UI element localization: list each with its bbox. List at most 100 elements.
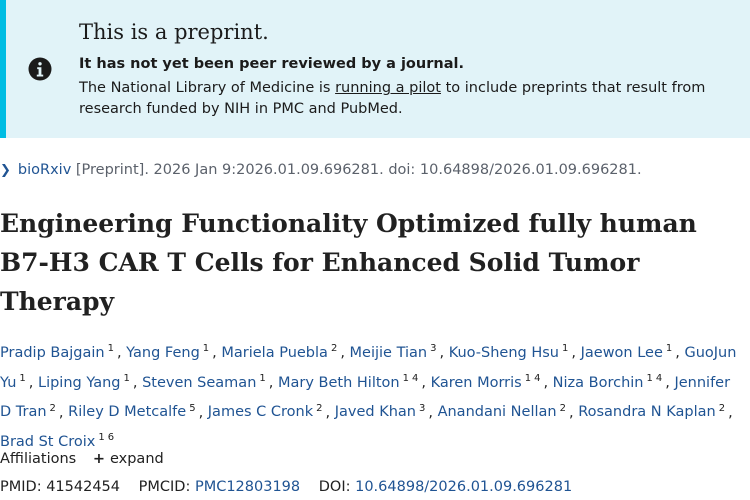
author-item: James C Cronk 2 <box>208 403 326 421</box>
affiliation-number[interactable]: 1 <box>203 343 209 354</box>
citation-line: ❯ bioRxiv [Preprint]. 2026 Jan 9:2026.01.… <box>0 162 642 178</box>
affiliation-number[interactable]: 2 <box>50 403 56 414</box>
author-link[interactable]: Meijie Tian <box>350 345 428 361</box>
affiliation-number[interactable]: 1 <box>403 373 409 384</box>
info-icon <box>28 57 52 81</box>
author-link[interactable]: Liping Yang <box>38 375 120 391</box>
author-item: Meijie Tian 3 <box>350 343 440 361</box>
author-affiliation-numbers: 5 <box>189 403 198 414</box>
affiliation-number[interactable]: 1 <box>525 373 531 384</box>
author-link[interactable]: Kuo-Sheng Hsu <box>449 345 559 361</box>
author-link[interactable]: Niza Borchin <box>553 375 644 391</box>
plus-icon: + <box>92 451 105 467</box>
author-separator: , <box>58 404 69 421</box>
doi-link[interactable]: 10.64898/2026.01.09.696281 <box>355 479 572 495</box>
banner-title: This is a preprint. <box>79 20 269 44</box>
running-pilot-link[interactable]: running a pilot <box>335 80 441 96</box>
affiliation-number[interactable]: 4 <box>534 373 540 384</box>
author-separator: , <box>340 344 350 361</box>
author-link[interactable]: Pradip Bajgain <box>0 345 105 361</box>
author-separator: , <box>212 344 222 361</box>
author-separator: , <box>325 404 335 421</box>
affiliation-number[interactable]: 5 <box>189 403 195 414</box>
author-link[interactable]: Karen Morris <box>431 375 522 391</box>
affiliation-number[interactable]: 3 <box>419 403 425 414</box>
author-item: Karen Morris 1 4 <box>431 373 544 391</box>
author-separator: , <box>543 374 553 391</box>
affiliation-number[interactable]: 2 <box>719 403 725 414</box>
author-item: Brad St Croix 1 6 <box>0 432 117 450</box>
doi-label: DOI: <box>318 479 356 495</box>
author-separator: , <box>568 404 579 421</box>
author-affiliation-numbers: 1 <box>203 343 212 354</box>
author-separator: , <box>132 374 143 391</box>
affiliations-row: Affiliations + expand <box>0 451 164 467</box>
preprint-notice-banner: This is a preprint. It has not yet been … <box>0 0 750 138</box>
banner-text-before: The National Library of Medicine is <box>79 80 336 96</box>
author-link[interactable]: Steven Seaman <box>142 375 256 391</box>
author-affiliation-numbers: 2 <box>560 403 569 414</box>
author-separator: , <box>268 374 278 391</box>
affiliation-number[interactable]: 1 <box>259 373 265 384</box>
author-link[interactable]: Rosandra N Kaplan <box>578 404 716 420</box>
citation-details: [Preprint]. 2026 Jan 9:2026.01.09.696281… <box>71 162 642 178</box>
author-separator: , <box>439 344 449 361</box>
author-item: Mariela Puebla 2 <box>221 343 340 361</box>
author-link[interactable]: Brad St Croix <box>0 434 95 450</box>
affiliation-number[interactable]: 1 <box>647 373 653 384</box>
authors-list: Pradip Bajgain 1, Yang Feng 1, Mariela Pue… <box>0 336 745 455</box>
affiliations-label: Affiliations <box>0 451 77 467</box>
affiliation-number[interactable]: 4 <box>656 373 662 384</box>
author-item: Pradip Bajgain 1 <box>0 343 117 361</box>
affiliation-number[interactable]: 1 <box>562 343 568 354</box>
author-affiliation-numbers: 14 <box>403 373 422 384</box>
identifiers-row: PMID: 41542454 PMCID: PMC12803198 DOI: 1… <box>0 479 572 495</box>
author-link[interactable]: Jaewon Lee <box>581 345 663 361</box>
pmid-label: PMID: <box>0 479 47 495</box>
affiliation-number[interactable]: 6 <box>108 432 114 443</box>
author-affiliation-numbers: 14 <box>647 373 666 384</box>
expand-label: expand <box>109 451 164 467</box>
journal-link[interactable]: bioRxiv <box>18 162 71 178</box>
author-link[interactable]: Anandani Nellan <box>438 404 557 420</box>
affiliation-number[interactable]: 4 <box>412 373 418 384</box>
pmcid-link[interactable]: PMC12803198 <box>195 479 300 495</box>
affiliation-number[interactable]: 3 <box>430 343 436 354</box>
author-affiliation-numbers: 16 <box>98 432 117 443</box>
author-separator: , <box>421 374 431 391</box>
author-item: Jaewon Lee 1 <box>581 343 676 361</box>
author-item: Niza Borchin 1 4 <box>553 373 666 391</box>
affiliation-number[interactable]: 2 <box>331 343 337 354</box>
author-item: Yang Feng 1 <box>126 343 212 361</box>
author-affiliation-numbers: 1 <box>19 373 28 384</box>
author-link[interactable]: Yang Feng <box>126 345 200 361</box>
author-separator: , <box>198 404 208 421</box>
affiliation-number[interactable]: 1 <box>19 373 25 384</box>
author-affiliation-numbers: 2 <box>50 403 59 414</box>
affiliation-number[interactable]: 1 <box>123 373 129 384</box>
author-separator: , <box>28 374 38 391</box>
affiliation-number[interactable]: 1 <box>108 343 114 354</box>
author-link[interactable]: Mary Beth Hilton <box>278 375 400 391</box>
pmid-value: 41542454 <box>46 479 121 495</box>
author-link[interactable]: Riley D Metcalfe <box>68 404 186 420</box>
expand-affiliations-button[interactable]: + expand <box>93 451 164 467</box>
author-affiliation-numbers: 1 <box>259 373 268 384</box>
author-affiliation-numbers: 1 <box>562 343 571 354</box>
article-title: Engineering Functionality Optimized full… <box>0 209 697 316</box>
author-item: Steven Seaman 1 <box>142 373 269 391</box>
banner-strong-text: It has not yet been peer reviewed by a j… <box>79 56 464 72</box>
affiliation-number[interactable]: 2 <box>316 403 322 414</box>
author-link[interactable]: Javed Khan <box>335 404 416 420</box>
author-separator: , <box>428 404 438 421</box>
author-affiliation-numbers: 14 <box>525 373 544 384</box>
author-separator: , <box>571 344 581 361</box>
affiliation-number[interactable]: 2 <box>560 403 566 414</box>
author-item: Kuo-Sheng Hsu 1 <box>449 343 572 361</box>
author-link[interactable]: James C Cronk <box>208 404 313 420</box>
author-link[interactable]: Mariela Puebla <box>221 345 328 361</box>
pmcid-label: PMCID: <box>138 479 195 495</box>
affiliation-number[interactable]: 1 <box>98 432 104 443</box>
affiliation-number[interactable]: 1 <box>666 343 672 354</box>
author-item: Riley D Metcalfe 5 <box>68 403 198 421</box>
